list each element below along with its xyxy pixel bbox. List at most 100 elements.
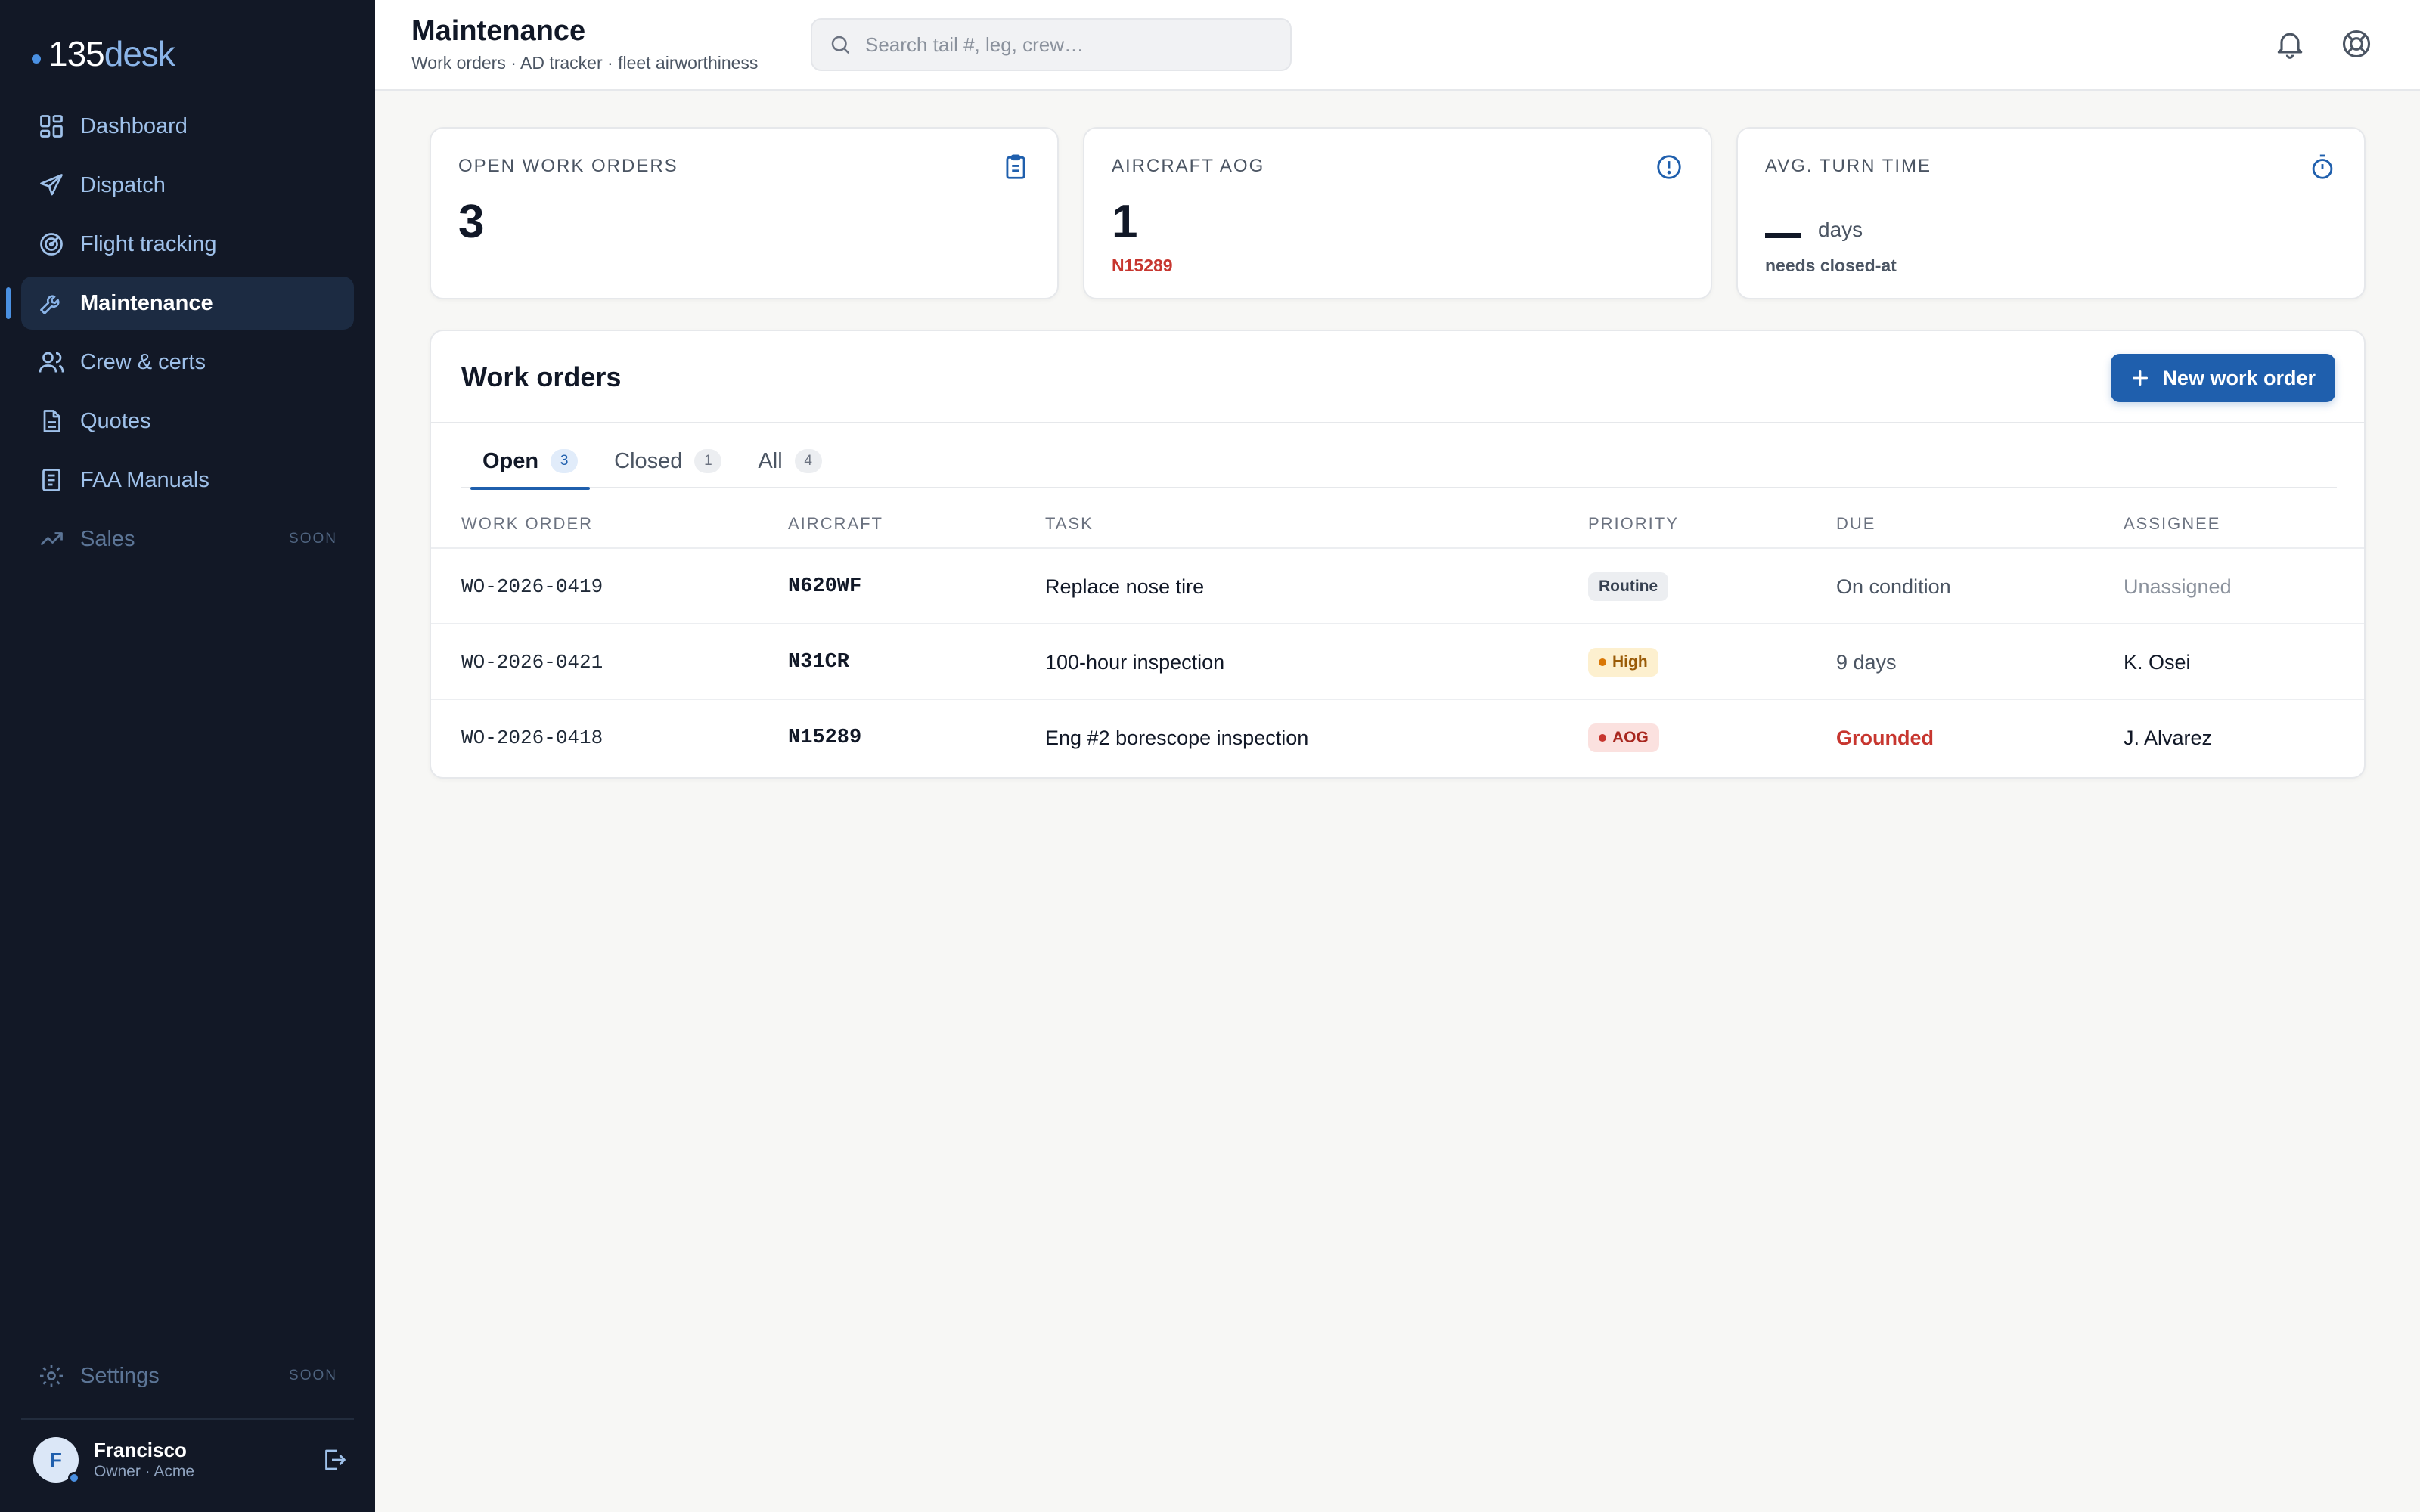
sidebar-item-label: Sales (80, 526, 135, 551)
column-header-aircraft[interactable]: AIRCRAFT (788, 514, 883, 534)
top-bar: Maintenance Work orders · AD tracker · f… (375, 0, 2420, 91)
dashboard-grid-icon (40, 115, 63, 138)
sidebar-item-settings[interactable]: Settings SOON (21, 1349, 354, 1402)
column-header-task[interactable]: TASK (1045, 514, 1094, 534)
assignee-value: J. Alvarez (2124, 726, 2213, 749)
aircraft-tail: N31CR (788, 651, 850, 674)
tab-open[interactable]: Open 3 (470, 445, 591, 490)
assignee-value: Unassigned (2124, 575, 2232, 598)
sidebar-item-label: Dispatch (80, 172, 166, 197)
logo-dot (32, 54, 41, 64)
stat-value: 3 (458, 196, 485, 248)
search-input[interactable] (865, 33, 1274, 57)
sidebar-item-sales[interactable]: Sales SOON (21, 513, 354, 565)
sidebar-item-label: FAA Manuals (80, 467, 209, 492)
stat-label: AVG. TURN TIME (1765, 156, 1932, 176)
work-order-id: WO-2026-0421 (461, 651, 603, 674)
users-icon (39, 352, 64, 373)
tab-count: 1 (694, 449, 722, 473)
trending-up-icon (40, 532, 63, 546)
priority-cell: Routine (1588, 549, 1669, 624)
tab-closed[interactable]: Closed 1 (602, 445, 734, 488)
sidebar-item-label: Dashboard (80, 113, 188, 138)
task-name: Replace nose tire (1045, 575, 1205, 598)
tab-count: 3 (551, 449, 579, 473)
tab-label: Closed (614, 449, 683, 473)
stat-value: 1 (1112, 196, 1138, 248)
sidebar-divider (21, 1418, 354, 1420)
avatar[interactable]: F (33, 1437, 80, 1484)
stopwatch-icon (2312, 154, 2333, 179)
due-value: On condition (1836, 575, 1951, 598)
search-icon (831, 36, 850, 54)
empty-value-dash (1765, 233, 1801, 238)
work-orders-table: WO-2026-0419 N620WF Replace nose tire Ro… (431, 547, 2364, 776)
due-value: 9 days (1836, 650, 1897, 674)
stat-note: needs closed-at (1765, 256, 1897, 275)
sidebar-item-dispatch[interactable]: Dispatch (21, 159, 354, 212)
priority-badge: High (1588, 648, 1658, 677)
page-subtitle: Work orders · AD tracker · fleet airwort… (411, 53, 759, 73)
work-orders-panel: Work orders New work order Open 3 Closed… (430, 330, 2366, 779)
user-name: Francisco (94, 1439, 187, 1461)
work-order-tabs: Open 3 Closed 1 All 4 (461, 445, 2337, 490)
stat-label: OPEN WORK ORDERS (458, 156, 678, 176)
task-name: Eng #2 borescope inspection (1045, 726, 1309, 749)
sidebar-item-maintenance[interactable]: Maintenance (6, 277, 354, 330)
brand-logo[interactable]: 135 desk (32, 33, 175, 74)
table-row[interactable]: WO-2026-0418 N15289 Eng #2 borescope ins… (431, 699, 2364, 776)
work-order-id: WO-2026-0418 (461, 727, 603, 749)
sidebar-item-label: Maintenance (80, 290, 213, 315)
radar-icon (40, 233, 63, 256)
avatar-initial: F (50, 1448, 62, 1471)
stat-label: AIRCRAFT AOG (1112, 156, 1265, 176)
aog-tail-number[interactable]: N15289 (1112, 256, 1173, 276)
user-info: Francisco Owner · Acme (94, 1438, 194, 1482)
gear-icon (40, 1365, 63, 1387)
column-header-assignee[interactable]: ASSIGNEE (2124, 514, 2220, 534)
column-header-priority[interactable]: PRIORITY (1588, 514, 1679, 534)
tab-all[interactable]: All 4 (746, 445, 833, 488)
online-status-dot (68, 1472, 80, 1484)
button-label: New work order (2162, 366, 2316, 389)
priority-cell: AOG (1588, 700, 1659, 776)
panel-title: Work orders (461, 361, 622, 392)
tab-count: 4 (794, 449, 822, 473)
sidebar-item-faa-manuals[interactable]: FAA Manuals (21, 454, 354, 507)
send-icon (40, 174, 63, 196)
alert-circle-icon (1657, 155, 1681, 179)
column-header-work-order[interactable]: WORK ORDER (461, 514, 593, 534)
sidebar-item-crew[interactable]: Crew & certs (21, 336, 354, 389)
work-order-id: WO-2026-0419 (461, 575, 603, 598)
table-row[interactable]: WO-2026-0419 N620WF Replace nose tire Ro… (431, 547, 2364, 624)
tab-label: Open (482, 449, 539, 473)
user-profile[interactable]: F Francisco Owner · Acme (33, 1435, 348, 1485)
document-icon (43, 410, 60, 432)
settings-section: Settings SOON (21, 1349, 354, 1408)
bell-icon[interactable] (2273, 27, 2307, 60)
main-nav: Dashboard Dispatch Flight tracking Maint… (6, 100, 354, 572)
sidebar-item-quotes[interactable]: Quotes (21, 395, 354, 448)
sidebar-item-label: Settings (80, 1363, 160, 1388)
sidebar-item-label: Quotes (80, 408, 151, 433)
soon-badge: SOON (289, 531, 337, 547)
search-box[interactable] (811, 18, 1292, 71)
stat-unit: days (1818, 218, 1863, 241)
table-row[interactable]: WO-2026-0421 N31CR 100-hour inspection H… (431, 623, 2364, 700)
plus-icon (2133, 370, 2149, 386)
assignee-value: K. Osei (2124, 650, 2191, 674)
soon-badge: SOON (289, 1368, 337, 1383)
column-header-due[interactable]: DUE (1836, 514, 1876, 534)
aircraft-tail: N620WF (788, 575, 862, 598)
sidebar-item-label: Flight tracking (80, 231, 217, 256)
user-role: Owner · Acme (94, 1463, 195, 1480)
sidebar-item-label: Crew & certs (80, 349, 206, 374)
new-work-order-button[interactable]: New work order (2111, 354, 2335, 402)
priority-cell: High (1588, 624, 1658, 700)
priority-badge: AOG (1588, 723, 1659, 752)
help-lifebuoy-icon[interactable] (2340, 27, 2373, 60)
logout-icon[interactable] (321, 1446, 348, 1473)
sidebar-item-dashboard[interactable]: Dashboard (21, 100, 354, 153)
stat-card-open-work-orders: OPEN WORK ORDERS 3 (430, 127, 1059, 299)
sidebar-item-flight-tracking[interactable]: Flight tracking (21, 218, 354, 271)
